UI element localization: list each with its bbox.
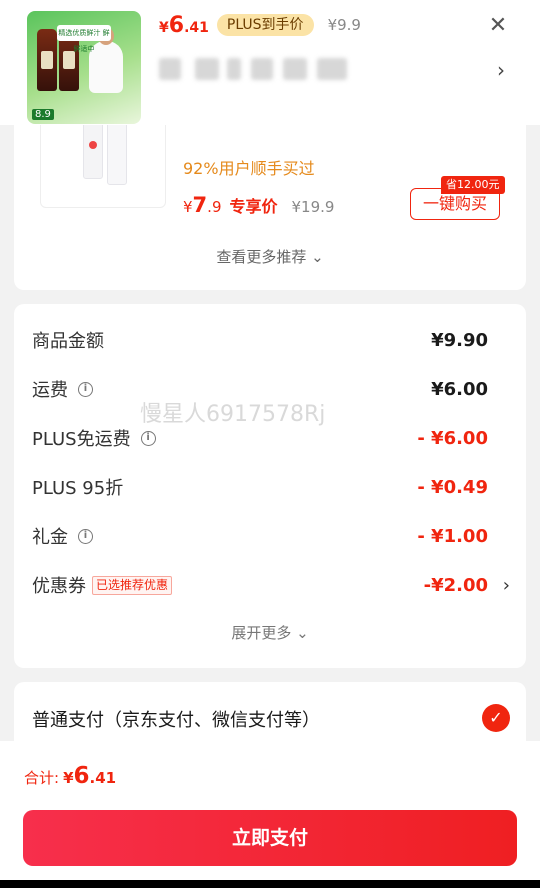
coupon-recommended-tag: 已选推荐优惠 [92,575,173,595]
fee-value: - ¥1.00 [417,525,488,547]
fee-row-goods-amount: 商品金额 ¥9.90 [32,325,510,355]
close-icon[interactable]: ✕ [486,14,510,38]
product-title-blurred [159,58,349,80]
pay-now-button[interactable]: 立即支付 [23,810,517,866]
thumbnail-price: 8.9 [32,109,54,120]
total-integer: 6 [73,763,90,789]
bottom-edge [0,880,540,888]
price-integer: 6 [168,12,185,38]
header-price-row: ¥6.41 PLUS到手价 ¥9.9 [159,11,361,39]
fee-value: ¥6.00 [431,378,488,400]
currency-symbol: ¥ [159,19,169,36]
checkmark-icon[interactable]: ✓ [482,704,510,732]
currency-symbol: ¥ [183,198,193,216]
savings-badge: 省12.00元 [441,176,505,194]
fee-label-wrap: PLUS免运费 i [32,425,156,451]
chevron-right-icon[interactable]: › [497,58,505,82]
view-more-recommendations-link[interactable]: 查看更多推荐 ⌄ [14,246,526,267]
header-price: ¥6.41 [159,13,209,38]
currency-symbol: ¥ [63,769,74,787]
fee-label-wrap: 礼金 i [32,523,93,549]
fee-row-coupon[interactable]: 优惠券 已选推荐优惠 -¥2.00 › [32,570,510,600]
fee-breakdown-card: 商品金额 ¥9.90 运费 i ¥6.00 PLUS免运费 i - ¥6.00 PL… [14,304,526,668]
plus-price-badge: PLUS到手价 [216,14,314,36]
product-thumbnail[interactable]: 精选优质鲜汁 鲜鲜适中 8.9 [27,11,141,124]
fee-label-wrap: 优惠券 已选推荐优惠 [32,572,173,598]
price-integer: 7 [192,193,208,217]
logo-dot [89,141,97,149]
fee-value: - ¥6.00 [417,427,488,449]
chevron-right-icon[interactable]: › [503,575,510,596]
fee-label: PLUS免运费 [32,429,131,450]
exclusive-price-label: 专享价 [229,197,278,216]
fee-label: 优惠券 [32,576,86,597]
original-price: ¥19.9 [291,198,335,216]
fee-label-wrap: 运费 i [32,376,93,402]
fee-label: 商品金额 [32,331,104,352]
fee-value: -¥2.00 [423,574,488,596]
fee-label: 运费 [32,380,68,401]
info-icon[interactable]: i [78,528,93,544]
fee-value: ¥9.90 [431,329,488,351]
recommended-price: ¥7.9 专享价 ¥19.9 [183,193,334,217]
fee-row-gift-money: 礼金 i - ¥1.00 [32,521,510,551]
info-icon[interactable]: i [140,430,156,446]
fee-label: PLUS 95折 [32,478,124,499]
thumbnail-promo-text: 精选优质鲜汁 鲜鲜适中 [57,25,111,53]
product-header: 精选优质鲜汁 鲜鲜适中 8.9 ¥6.41 PLUS到手价 ¥9.9 ✕ › [0,0,540,125]
info-icon[interactable]: i [78,381,93,397]
total-label: 合计: [24,769,60,787]
total-decimal: .41 [89,769,117,787]
fee-label: 礼金 [32,527,68,548]
expand-more-link[interactable]: 展开更多 ⌄ [14,622,526,643]
payment-method-label: 普通支付（京东支付、微信支付等） [32,710,320,731]
bottle-image [37,29,57,91]
bought-together-text: 92%用户顺手买过 [183,159,315,178]
price-decimal: .41 [184,19,209,36]
checkout-bar: 合计: ¥6.41 立即支付 [0,741,540,888]
total-amount: 合计: ¥6.41 [24,763,116,789]
fee-row-plus-discount: PLUS 95折 - ¥0.49 [32,472,510,502]
fee-value: - ¥0.49 [417,476,488,498]
original-price: ¥9.9 [327,16,361,34]
watermark: 慢星人6917578Rj [140,402,326,427]
price-decimal: .9 [207,198,222,216]
recommendation-card: 92%用户顺手买过 ¥7.9 专享价 ¥19.9 省12.00元 一键购买 查看… [14,110,526,290]
